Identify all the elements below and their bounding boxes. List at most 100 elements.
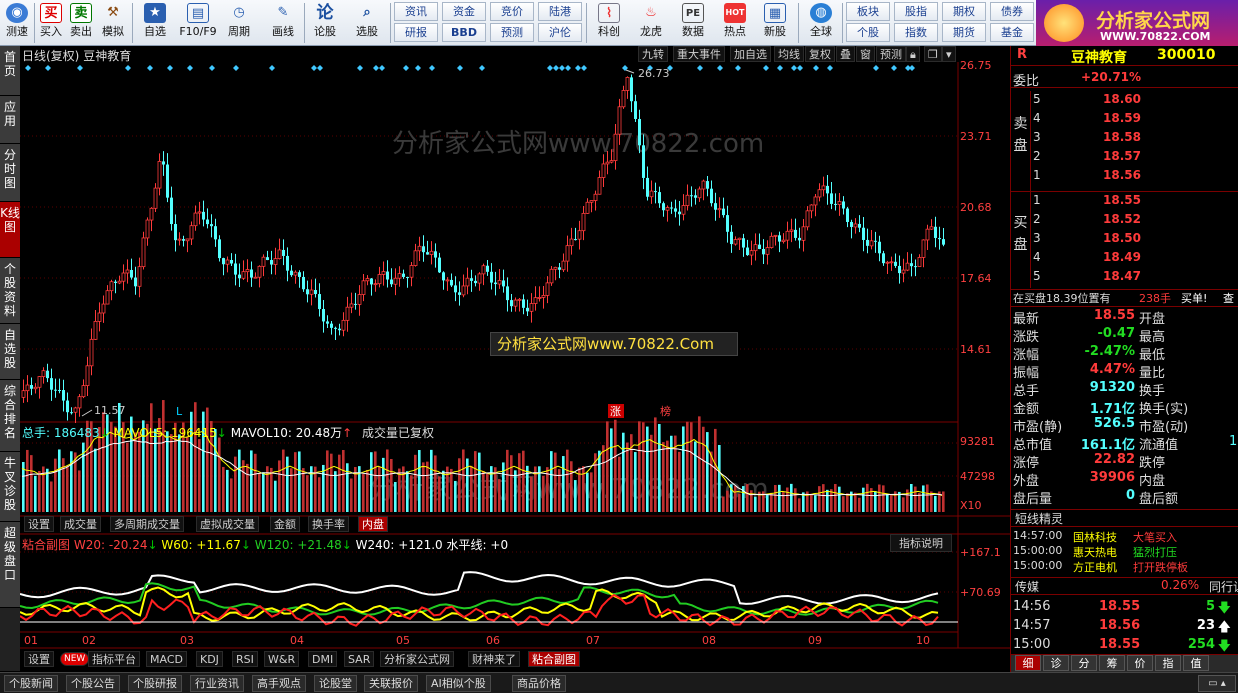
ind-tab-wr[interactable]: W&R (264, 651, 300, 667)
restore-icon[interactable]: ❐ (924, 46, 942, 62)
news-tab[interactable]: 个股新闻 (4, 675, 58, 692)
quote-tab[interactable]: 价 (1127, 655, 1153, 671)
buy-level-row[interactable]: 1 18.55 (1033, 193, 1238, 211)
sector-row[interactable]: 传媒 0.26% 同行让 (1011, 577, 1238, 595)
forecast-button[interactable]: 预测 (490, 23, 534, 42)
draw-button[interactable]: ✎ 画线 (266, 2, 300, 44)
floating-watermark[interactable]: 分析家公式网www.70822.Com (490, 332, 738, 356)
ind-tab-settings[interactable]: 设置 (24, 651, 54, 667)
fund-button[interactable]: 资金 (442, 2, 486, 21)
dragon-tiger-button[interactable]: ♨ 龙虎 (634, 2, 668, 44)
expand-icon[interactable]: ▭ ▴ (1198, 675, 1236, 692)
vol-tab-settings[interactable]: 设置 (24, 516, 54, 532)
sell-level-row[interactable]: 3 18.58 (1033, 130, 1238, 148)
ind-tab-macd[interactable]: MACD (146, 651, 187, 667)
discuss-button[interactable]: 论论股 (308, 2, 342, 44)
lock-icon[interactable]: 🔒︎ (906, 46, 920, 62)
vol-tab-virtual[interactable]: 虚拟成交量 (196, 516, 259, 532)
side-tab-intraday[interactable]: 分时图 (0, 144, 20, 202)
tool-major-events[interactable]: 重大事件 (673, 46, 725, 62)
star-market-button[interactable]: ⌇ 科创 (592, 2, 626, 44)
side-tab-level2[interactable]: 超级盘口 (0, 522, 20, 608)
quote-tab[interactable]: 诊 (1043, 655, 1069, 671)
indicator-help-button[interactable]: 指标说明 (890, 534, 952, 552)
buy-level-row[interactable]: 5 18.47 (1033, 269, 1238, 287)
ind-tab-dmi[interactable]: DMI (308, 651, 338, 667)
index-futures-button[interactable]: 股指 (894, 2, 938, 21)
newstock-button[interactable]: ▦ 新股 (758, 2, 792, 44)
ind-tab-fxj[interactable]: 分析家公式网 (380, 651, 454, 667)
quote-tab[interactable]: 指 (1155, 655, 1181, 671)
news-tab[interactable]: 个股公告 (66, 675, 120, 692)
kline-chart-panel[interactable]: 分析家公式网www.70822.com 分析家公式网www.70822.com … (20, 46, 1010, 672)
indices-button[interactable]: 指数 (894, 23, 938, 42)
sell-level-row[interactable]: 5 18.60 (1033, 92, 1238, 110)
hotspot-button[interactable]: HOT 热点 (718, 2, 752, 44)
quote-tab[interactable]: 细 (1015, 655, 1041, 671)
hk-connect-button[interactable]: 陆港 (538, 2, 582, 21)
news-button[interactable]: 资讯 (394, 2, 438, 21)
quote-tab[interactable]: 分 (1071, 655, 1097, 671)
tool-adjust[interactable]: 复权 (805, 46, 835, 62)
buy-level-row[interactable]: 2 18.52 (1033, 212, 1238, 230)
bbd-button[interactable]: BBD (442, 23, 486, 42)
sell-button[interactable]: 卖卖出 (64, 2, 98, 44)
speedtest-button[interactable]: ◉ 测速 (0, 2, 34, 44)
quote-tab[interactable]: 值 (1183, 655, 1209, 671)
tool-window[interactable]: 窗 (856, 46, 875, 62)
chart-canvas[interactable]: 分析家公式网www.70822.com 分析家公式网www.70822.com … (20, 46, 1010, 672)
vol-tab-turnover[interactable]: 换手率 (308, 516, 349, 532)
tool-add-watch[interactable]: 加自选 (730, 46, 771, 62)
buy-level-row[interactable]: 3 18.50 (1033, 231, 1238, 249)
vol-tab-multiperiod[interactable]: 多周期成交量 (110, 516, 184, 532)
auction-button[interactable]: 竞价 (490, 2, 534, 21)
side-tab-diagnosis[interactable]: 牛叉诊股 (0, 452, 20, 522)
sector-button[interactable]: 板块 (846, 2, 890, 21)
vol-tab-inner[interactable]: 内盘 (358, 516, 388, 532)
side-tab-home[interactable]: 首页 (0, 46, 20, 96)
ind-tab-rsi[interactable]: RSI (232, 651, 258, 667)
advert-banner[interactable]: 分析家公式网 WWW.70822.COM (1036, 0, 1238, 46)
ind-tab-sar[interactable]: SAR (344, 651, 375, 667)
short-row[interactable]: 15:00:00 方正电机 打开跌停板 (1011, 559, 1238, 574)
side-tab-profile[interactable]: 个股资料 (0, 258, 20, 324)
short-row[interactable]: 15:00:00 惠天热电 猛烈打压 (1011, 544, 1238, 559)
news-tab[interactable]: 商品价格 (512, 675, 566, 692)
simulate-button[interactable]: ⚒ 模拟 (96, 2, 130, 44)
options-button[interactable]: 期权 (942, 2, 986, 21)
research-button[interactable]: 研报 (394, 23, 438, 42)
global-button[interactable]: ◍ 全球 (804, 2, 838, 44)
side-tab-kline[interactable]: K线图 (0, 202, 20, 258)
quote-tab[interactable]: 筹 (1099, 655, 1125, 671)
short-row[interactable]: 14:57:00 国林科技 大笔买入 (1011, 529, 1238, 544)
notice-row[interactable]: 在买盘18.39位置有 238手 买单! 查 (1011, 289, 1238, 307)
tool-predict[interactable]: 预测 (876, 46, 906, 62)
notice-more[interactable]: 查 (1223, 290, 1234, 307)
news-tab[interactable]: 高手观点 (252, 675, 306, 692)
vol-tab-amount[interactable]: 金额 (270, 516, 300, 532)
stocks-button[interactable]: 个股 (846, 23, 890, 42)
tool-ma[interactable]: 均线 (774, 46, 804, 62)
buy-level-row[interactable]: 4 18.49 (1033, 250, 1238, 268)
bonds-button[interactable]: 债券 (990, 2, 1034, 21)
stockpick-button[interactable]: ⌕ 选股 (350, 2, 384, 44)
ind-tab-caishen[interactable]: 财神来了 (468, 651, 520, 667)
sell-level-row[interactable]: 1 18.56 (1033, 168, 1238, 186)
news-tab[interactable]: 论股堂 (314, 675, 357, 692)
side-tab-apps[interactable]: 应用 (0, 96, 20, 144)
dropdown-icon[interactable]: ▾ (942, 46, 956, 62)
funds-button[interactable]: 基金 (990, 23, 1034, 42)
news-tab[interactable]: AI相似个股 (426, 675, 491, 692)
watchlist-button[interactable]: ★ 自选 (138, 2, 172, 44)
futures-button[interactable]: 期货 (942, 23, 986, 42)
news-tab[interactable]: 行业资讯 (190, 675, 244, 692)
news-tab[interactable]: 关联报价 (364, 675, 418, 692)
vol-tab-volume[interactable]: 成交量 (60, 516, 101, 532)
side-tab-watchlist[interactable]: 自选股 (0, 324, 20, 380)
shanghai-london-button[interactable]: 沪伦 (538, 23, 582, 42)
sell-level-row[interactable]: 2 18.57 (1033, 149, 1238, 167)
f10-button[interactable]: ▤ F10/F9 (178, 2, 218, 44)
tool-jiuzhuan[interactable]: 九转 (638, 46, 668, 62)
ind-tab-kdj[interactable]: KDJ (196, 651, 223, 667)
sell-level-row[interactable]: 4 18.59 (1033, 111, 1238, 129)
